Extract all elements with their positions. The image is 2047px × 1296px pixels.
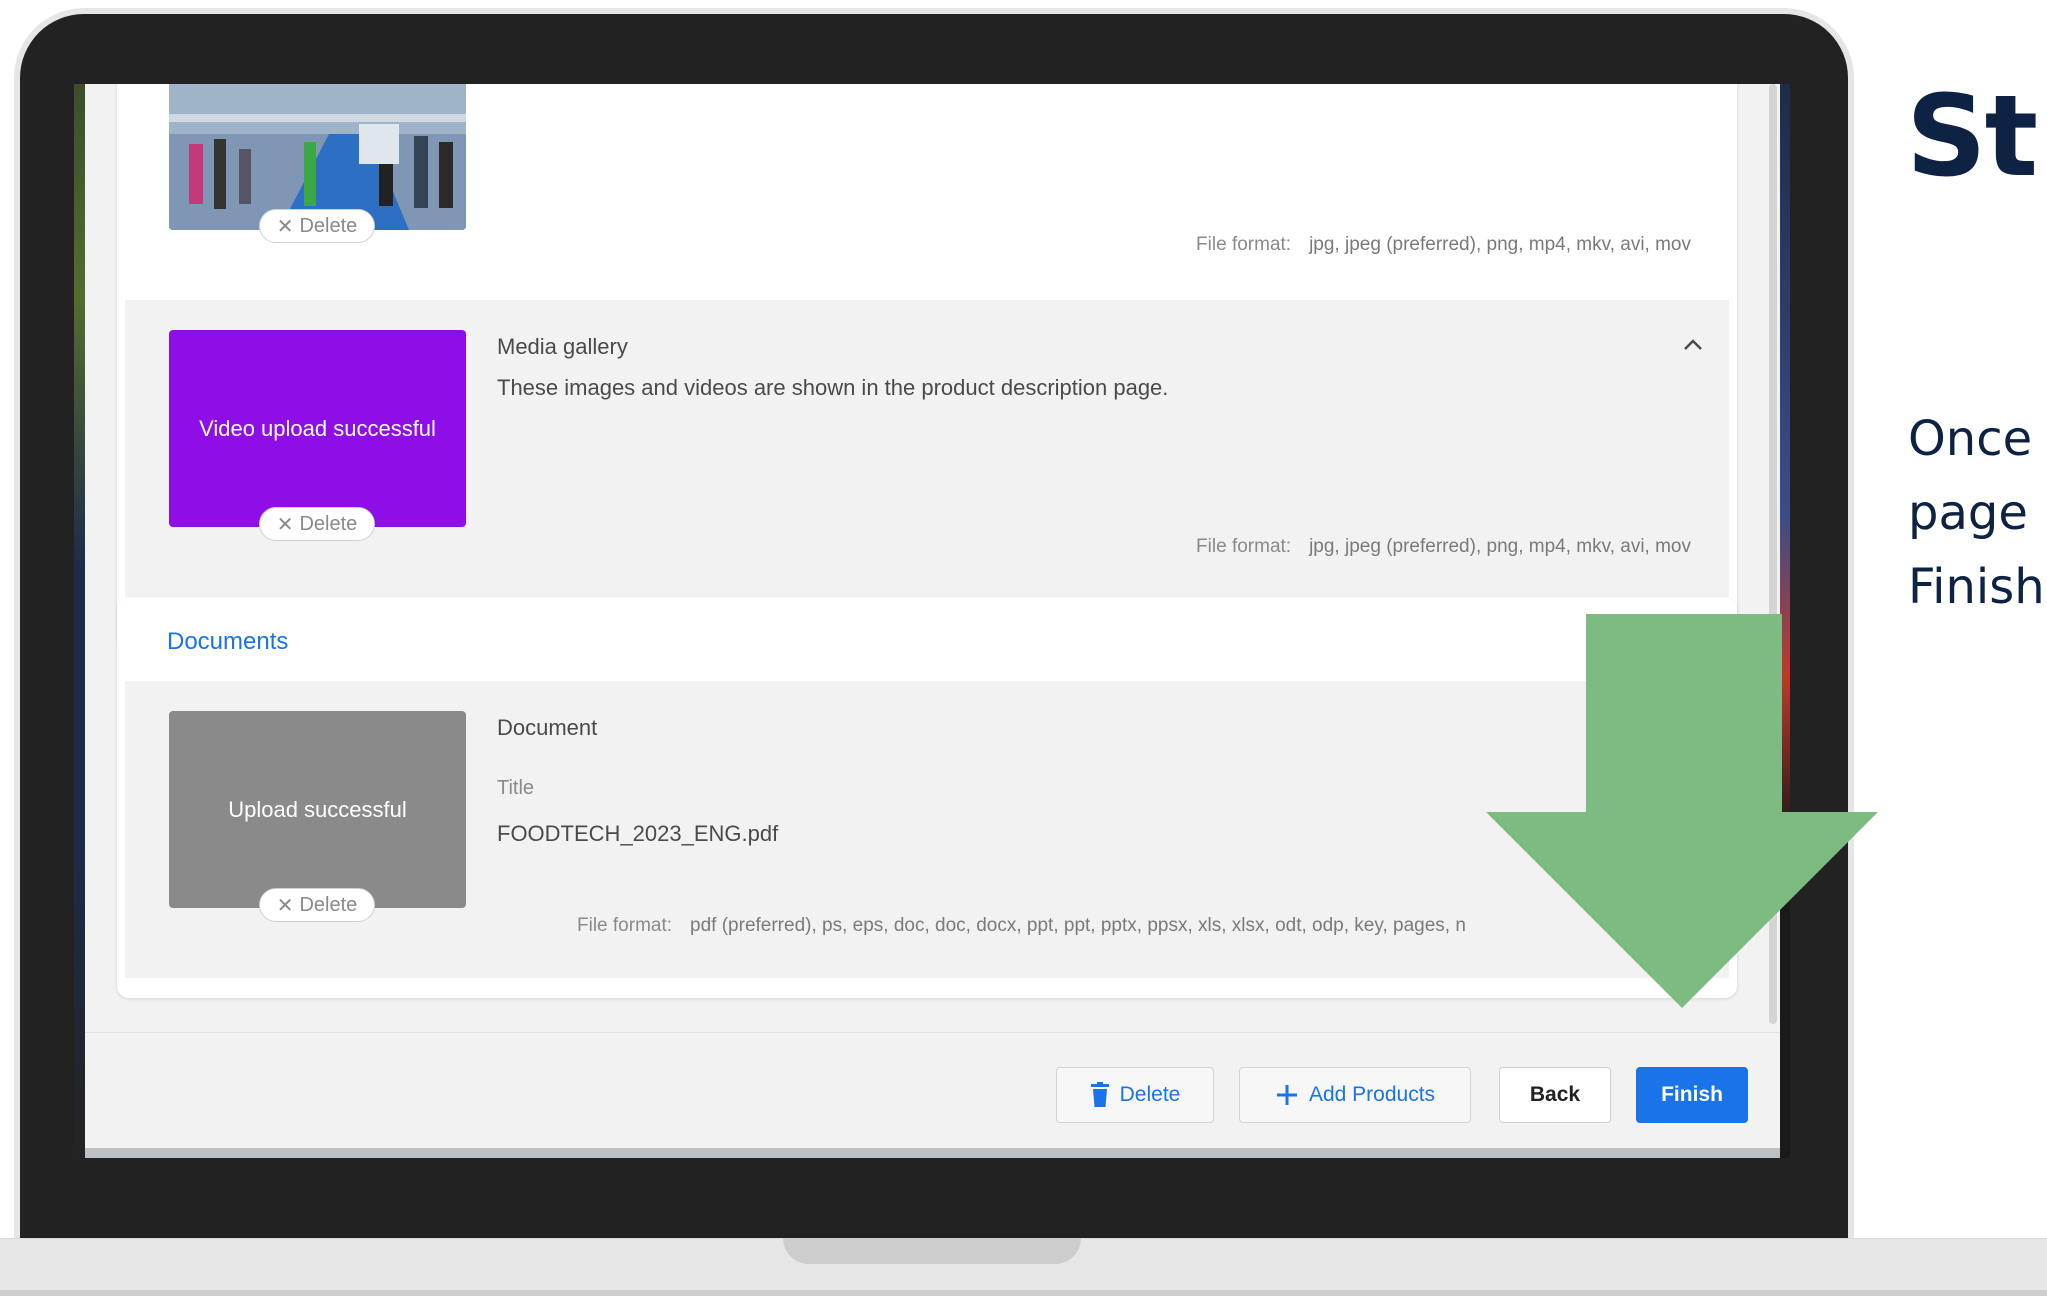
arrow-down-icon xyxy=(1486,614,1878,1008)
background-strip-left xyxy=(74,84,85,1158)
laptop-base-edge xyxy=(0,1290,2047,1296)
finish-button[interactable]: Finish xyxy=(1636,1067,1748,1123)
title-field-label: Title xyxy=(497,777,535,799)
media-item-top: ✕ Delete File format: jpg, jpeg (preferre… xyxy=(125,84,1729,264)
file-format-text: File format: pdf (preferred), ps, eps, do… xyxy=(577,915,1466,936)
chevron-up-icon[interactable] xyxy=(1682,337,1704,351)
document-heading: Document xyxy=(497,715,598,740)
document-thumbnail: Upload successful xyxy=(169,711,466,908)
close-icon: ✕ xyxy=(276,215,294,238)
video-thumbnail: Video upload successful xyxy=(169,330,466,527)
documents-section-title: Documents xyxy=(167,628,289,655)
close-icon: ✕ xyxy=(276,513,294,536)
media-gallery-description: These images and videos are shown in the… xyxy=(497,375,1169,400)
media-card: ✕ Delete File format: jpg, jpeg (preferre… xyxy=(117,84,1737,647)
file-format-text: File format: jpg, jpeg (preferred), png, … xyxy=(1196,234,1691,255)
bottom-action-bar: Delete Add Products Back Finish xyxy=(85,1032,1780,1158)
back-button[interactable]: Back xyxy=(1499,1067,1611,1123)
title-field-value[interactable]: FOODTECH_2023_ENG.pdf xyxy=(497,821,778,847)
plus-icon xyxy=(1276,1085,1297,1105)
slide-canvas: ✕ Delete File format: jpg, jpeg (preferre… xyxy=(0,0,2047,1296)
delete-video-button[interactable]: ✕ Delete xyxy=(259,507,375,541)
slide-body: Once page Finish xyxy=(1908,411,2045,615)
delete-button[interactable]: Delete xyxy=(1056,1067,1214,1123)
file-format-text: File format: jpg, jpeg (preferred), png, … xyxy=(1196,536,1691,557)
delete-document-button[interactable]: ✕ Delete xyxy=(259,888,375,922)
add-products-button[interactable]: Add Products xyxy=(1239,1067,1471,1123)
media-gallery-section: Video upload successful ✕ Delete Media g… xyxy=(125,300,1729,597)
close-icon: ✕ xyxy=(276,894,294,917)
media-gallery-title: Media gallery xyxy=(497,334,628,359)
trash-icon xyxy=(1090,1082,1109,1107)
laptop-notch xyxy=(783,1238,1081,1264)
slide-heading: St xyxy=(1906,72,2038,202)
delete-media-button[interactable]: ✕ Delete xyxy=(259,209,375,243)
action-bar-shadow xyxy=(85,1148,1780,1158)
